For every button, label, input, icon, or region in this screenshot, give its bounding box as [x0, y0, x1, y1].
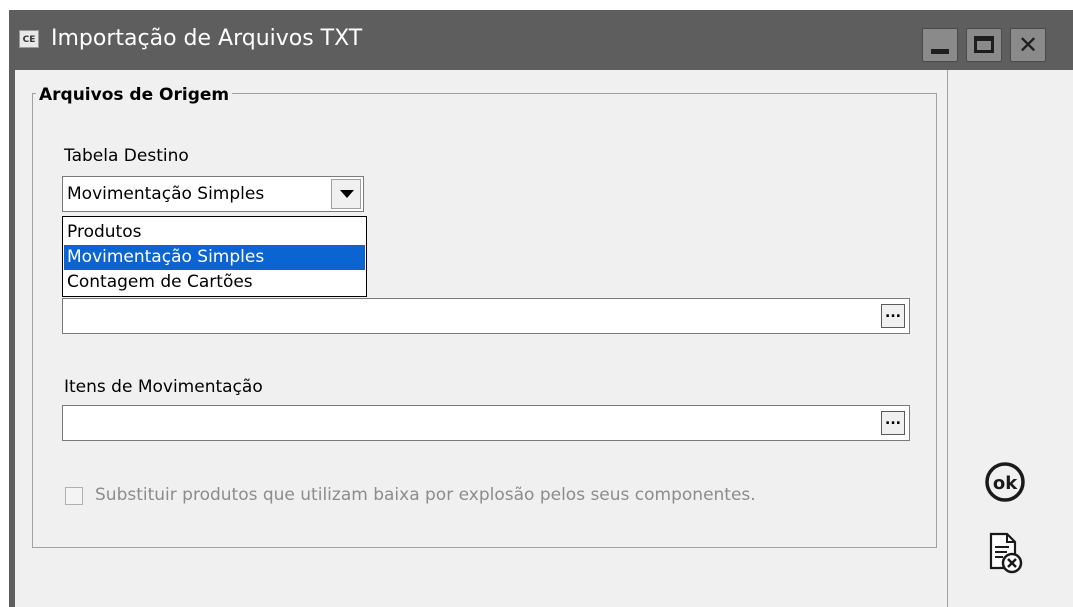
- close-button[interactable]: ✕: [1010, 28, 1046, 62]
- cancel-button[interactable]: [985, 530, 1025, 578]
- title-bar[interactable]: CE Importação de Arquivos TXT ✕: [9, 10, 1073, 70]
- close-icon: ✕: [1017, 31, 1039, 59]
- ok-icon: ok: [985, 462, 1025, 502]
- maximize-icon: [974, 36, 994, 53]
- tabela-destino-dropdown-list[interactable]: Produtos Movimentação Simples Contagem d…: [62, 216, 367, 297]
- substituir-produtos-label: Substituir produtos que utilizam baixa p…: [95, 485, 756, 505]
- browse-button[interactable]: ...: [881, 411, 905, 435]
- groupbox-title: Arquivos de Origem: [36, 84, 233, 106]
- maximize-button[interactable]: [966, 28, 1002, 62]
- substituir-produtos-checkbox[interactable]: [65, 487, 83, 505]
- combobox-dropdown-button[interactable]: [331, 179, 361, 209]
- cancel-document-icon: [989, 532, 1023, 574]
- window-title: Importação de Arquivos TXT: [51, 26, 363, 51]
- chevron-down-icon: [340, 190, 354, 198]
- minimize-icon: [931, 49, 949, 54]
- itens-movimentacao-field[interactable]: ...: [62, 405, 910, 441]
- action-panel: [947, 70, 1073, 607]
- app-icon: CE: [19, 30, 39, 48]
- ok-icon-label: ok: [993, 473, 1018, 494]
- combobox-selected-value: Movimentação Simples: [67, 184, 265, 204]
- dropdown-option-movimentacao-simples[interactable]: Movimentação Simples: [64, 245, 365, 270]
- arquivo-origem-field[interactable]: ...: [62, 298, 910, 334]
- itens-movimentacao-label: Itens de Movimentação: [64, 377, 263, 397]
- tabela-destino-label: Tabela Destino: [64, 146, 189, 166]
- minimize-button[interactable]: [922, 28, 958, 62]
- dropdown-option-produtos[interactable]: Produtos: [64, 220, 365, 245]
- browse-button[interactable]: ...: [881, 304, 905, 328]
- tabela-destino-combobox[interactable]: Movimentação Simples: [62, 176, 364, 212]
- dropdown-option-contagem-cartoes[interactable]: Contagem de Cartões: [64, 270, 365, 295]
- import-window: CE Importação de Arquivos TXT ✕ Arquivos…: [0, 0, 1073, 607]
- ok-button[interactable]: ok: [983, 460, 1027, 504]
